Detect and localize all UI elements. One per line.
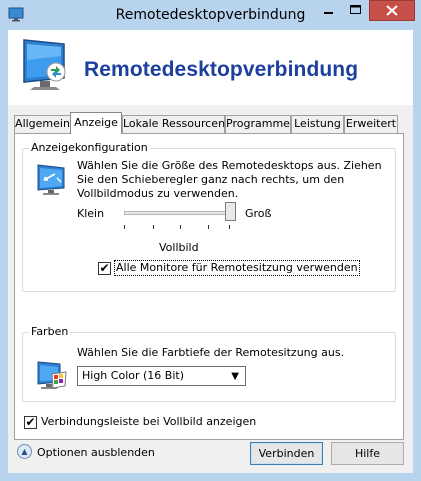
- slider-tick: [124, 225, 125, 229]
- display-config-group: Anzeigekonfiguration Wählen Sie die Größ…: [22, 141, 396, 292]
- color-palette-monitor-icon: [37, 361, 67, 389]
- help-button[interactable]: Hilfe: [331, 442, 404, 465]
- close-button[interactable]: [369, 0, 415, 21]
- options-toggle-link[interactable]: Optionen ausblenden: [37, 446, 155, 460]
- colors-description: Wählen Sie die Farbtiefe der Remotesitzu…: [77, 346, 345, 359]
- tab-strip: Allgemein Anzeige Lokale Ressourcen Prog…: [8, 112, 413, 134]
- multi-monitor-checkbox[interactable]: ✔: [98, 262, 111, 275]
- dialog-client-area: Remotedesktopverbindung Allgemein Anzeig…: [8, 30, 413, 473]
- slider-min-label: Klein: [77, 207, 105, 220]
- collapse-up-icon[interactable]: ▲: [17, 444, 32, 459]
- tab-anzeige[interactable]: Anzeige: [70, 112, 122, 134]
- chevron-down-icon: ▼: [231, 371, 239, 382]
- close-icon: [386, 5, 398, 16]
- title-bar[interactable]: Remotedesktopverbindung: [0, 0, 421, 30]
- minimize-icon: [324, 12, 333, 14]
- tab-allgemein[interactable]: Allgemein: [14, 115, 71, 133]
- check-mark-icon: ✔: [99, 261, 110, 275]
- colors-group: Farben Wählen Sie die Farbtiefe der Remo…: [22, 325, 396, 402]
- header-banner: Remotedesktopverbindung: [8, 30, 413, 105]
- banner-title: Remotedesktopverbindung: [84, 58, 359, 81]
- remote-desktop-icon: [23, 39, 66, 90]
- tab-erweitert[interactable]: Erweitert: [344, 115, 398, 133]
- slider-max-label: Groß: [245, 207, 272, 220]
- color-depth-value: High Color (16 Bit): [82, 369, 184, 382]
- monitor-resolution-icon: [37, 164, 65, 195]
- connect-button[interactable]: Verbinden: [250, 442, 323, 465]
- minimize-button[interactable]: [315, 0, 342, 21]
- display-config-title: Anzeigekonfiguration: [29, 141, 150, 154]
- slider-tick: [180, 225, 181, 229]
- slider-value-label: Vollbild: [159, 241, 199, 254]
- display-config-description: Wählen Sie die Größe des Remotedesktops …: [77, 159, 382, 200]
- resolution-slider-track[interactable]: [124, 211, 236, 215]
- maximize-button[interactable]: [342, 0, 369, 21]
- tab-lokale-ressourcen[interactable]: Lokale Ressourcen: [122, 115, 225, 133]
- window-frame: Remotedesktopverbindung Remotedesktopver…: [0, 0, 421, 481]
- colors-title: Farben: [29, 325, 71, 338]
- slider-tick: [208, 225, 209, 229]
- slider-tick: [153, 225, 154, 229]
- color-depth-select[interactable]: High Color (16 Bit) ▼: [77, 366, 246, 386]
- tab-leistung[interactable]: Leistung: [291, 115, 344, 133]
- resolution-slider-thumb[interactable]: [225, 202, 236, 221]
- tab-programme[interactable]: Programme: [225, 115, 291, 133]
- slider-tick: [229, 225, 230, 229]
- maximize-icon: [350, 5, 361, 14]
- multi-monitor-label[interactable]: Alle Monitore für Remotesitzung verwende…: [114, 260, 360, 276]
- check-mark-icon: ✔: [25, 415, 36, 429]
- tab-panel-anzeige: Anzeigekonfiguration Wählen Sie die Größ…: [14, 133, 404, 440]
- connection-bar-checkbox[interactable]: ✔: [24, 416, 37, 429]
- connection-bar-label[interactable]: Verbindungsleiste bei Vollbild anzeigen: [41, 415, 256, 429]
